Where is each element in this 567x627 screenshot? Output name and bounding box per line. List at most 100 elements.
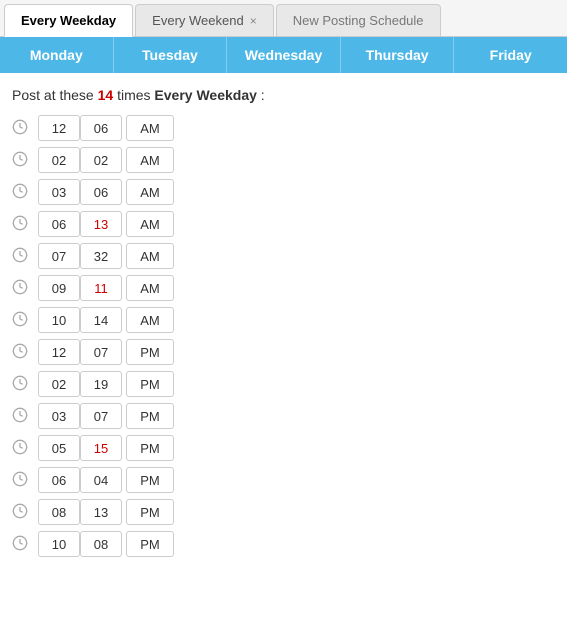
tab-every-weekend[interactable]: Every Weekend × bbox=[135, 4, 274, 36]
time-rows-container: 0102030405060708091011120001020304050607… bbox=[12, 115, 555, 557]
clock-icon bbox=[12, 535, 30, 553]
ampm-select[interactable]: AMPM bbox=[126, 531, 174, 557]
time-row: 0102030405060708091011120001020304050607… bbox=[12, 179, 555, 205]
time-inputs: 0102030405060708091011120001020304050607… bbox=[38, 403, 174, 429]
clock-icon bbox=[12, 279, 30, 297]
clock-icon bbox=[12, 471, 30, 489]
time-row: 0102030405060708091011120001020304050607… bbox=[12, 371, 555, 397]
time-inputs: 0102030405060708091011120001020304050607… bbox=[38, 147, 174, 173]
tab-every-weekend-close[interactable]: × bbox=[250, 14, 257, 28]
time-inputs: 0102030405060708091011120001020304050607… bbox=[38, 211, 174, 237]
hour-select[interactable]: 010203040506070809101112 bbox=[38, 307, 80, 333]
minute-select[interactable]: 0001020304050607080910111213141516171819… bbox=[80, 211, 122, 237]
minute-select[interactable]: 0001020304050607080910111213141516171819… bbox=[80, 339, 122, 365]
clock-icon bbox=[12, 343, 30, 361]
time-inputs: 0102030405060708091011120001020304050607… bbox=[38, 243, 174, 269]
tab-every-weekend-label: Every Weekend bbox=[152, 13, 244, 28]
time-inputs: 0102030405060708091011120001020304050607… bbox=[38, 371, 174, 397]
tab-new-posting[interactable]: New Posting Schedule bbox=[276, 4, 441, 36]
ampm-select[interactable]: AMPM bbox=[126, 211, 174, 237]
ampm-select[interactable]: AMPM bbox=[126, 275, 174, 301]
ampm-select[interactable]: AMPM bbox=[126, 307, 174, 333]
hour-select[interactable]: 010203040506070809101112 bbox=[38, 179, 80, 205]
time-row: 0102030405060708091011120001020304050607… bbox=[12, 339, 555, 365]
hour-select[interactable]: 010203040506070809101112 bbox=[38, 115, 80, 141]
minute-select[interactable]: 0001020304050607080910111213141516171819… bbox=[80, 115, 122, 141]
clock-icon bbox=[12, 439, 30, 457]
day-friday[interactable]: Friday bbox=[454, 37, 567, 73]
time-row: 0102030405060708091011120001020304050607… bbox=[12, 435, 555, 461]
ampm-select[interactable]: AMPM bbox=[126, 371, 174, 397]
minute-select[interactable]: 0001020304050607080910111213141516171819… bbox=[80, 147, 122, 173]
minute-select[interactable]: 0001020304050607080910111213141516171819… bbox=[80, 243, 122, 269]
time-row: 0102030405060708091011120001020304050607… bbox=[12, 403, 555, 429]
minute-select[interactable]: 0001020304050607080910111213141516171819… bbox=[80, 435, 122, 461]
day-tuesday[interactable]: Tuesday bbox=[114, 37, 228, 73]
minute-select[interactable]: 0001020304050607080910111213141516171819… bbox=[80, 307, 122, 333]
hour-select[interactable]: 010203040506070809101112 bbox=[38, 147, 80, 173]
time-inputs: 0102030405060708091011120001020304050607… bbox=[38, 531, 174, 557]
ampm-select[interactable]: AMPM bbox=[126, 499, 174, 525]
ampm-select[interactable]: AMPM bbox=[126, 115, 174, 141]
minute-select[interactable]: 0001020304050607080910111213141516171819… bbox=[80, 371, 122, 397]
ampm-select[interactable]: AMPM bbox=[126, 403, 174, 429]
time-inputs: 0102030405060708091011120001020304050607… bbox=[38, 467, 174, 493]
day-wednesday[interactable]: Wednesday bbox=[227, 37, 341, 73]
minute-select[interactable]: 0001020304050607080910111213141516171819… bbox=[80, 275, 122, 301]
clock-icon bbox=[12, 311, 30, 329]
minute-select[interactable]: 0001020304050607080910111213141516171819… bbox=[80, 467, 122, 493]
post-label: Post at these 14 times Every Weekday : bbox=[12, 87, 555, 103]
time-row: 0102030405060708091011120001020304050607… bbox=[12, 531, 555, 557]
time-row: 0102030405060708091011120001020304050607… bbox=[12, 147, 555, 173]
minute-select[interactable]: 0001020304050607080910111213141516171819… bbox=[80, 499, 122, 525]
clock-icon bbox=[12, 375, 30, 393]
minute-select[interactable]: 0001020304050607080910111213141516171819… bbox=[80, 531, 122, 557]
post-count: 14 bbox=[98, 87, 114, 103]
tab-every-weekday[interactable]: Every Weekday bbox=[4, 4, 133, 37]
post-label-prefix: Post at these bbox=[12, 87, 98, 103]
time-row: 0102030405060708091011120001020304050607… bbox=[12, 243, 555, 269]
tab-bar: Every Weekday Every Weekend × New Postin… bbox=[0, 0, 567, 37]
post-schedule: Every Weekday bbox=[154, 87, 256, 103]
hour-select[interactable]: 010203040506070809101112 bbox=[38, 467, 80, 493]
time-row: 0102030405060708091011120001020304050607… bbox=[12, 115, 555, 141]
hour-select[interactable]: 010203040506070809101112 bbox=[38, 435, 80, 461]
time-inputs: 0102030405060708091011120001020304050607… bbox=[38, 499, 174, 525]
ampm-select[interactable]: AMPM bbox=[126, 339, 174, 365]
time-row: 0102030405060708091011120001020304050607… bbox=[12, 211, 555, 237]
hour-select[interactable]: 010203040506070809101112 bbox=[38, 211, 80, 237]
ampm-select[interactable]: AMPM bbox=[126, 147, 174, 173]
clock-icon bbox=[12, 247, 30, 265]
time-inputs: 0102030405060708091011120001020304050607… bbox=[38, 275, 174, 301]
clock-icon bbox=[12, 119, 30, 137]
minute-select[interactable]: 0001020304050607080910111213141516171819… bbox=[80, 403, 122, 429]
clock-icon bbox=[12, 151, 30, 169]
hour-select[interactable]: 010203040506070809101112 bbox=[38, 403, 80, 429]
ampm-select[interactable]: AMPM bbox=[126, 435, 174, 461]
day-thursday[interactable]: Thursday bbox=[341, 37, 455, 73]
time-row: 0102030405060708091011120001020304050607… bbox=[12, 499, 555, 525]
time-inputs: 0102030405060708091011120001020304050607… bbox=[38, 115, 174, 141]
ampm-select[interactable]: AMPM bbox=[126, 467, 174, 493]
post-label-middle: times bbox=[113, 87, 154, 103]
ampm-select[interactable]: AMPM bbox=[126, 179, 174, 205]
hour-select[interactable]: 010203040506070809101112 bbox=[38, 339, 80, 365]
time-inputs: 0102030405060708091011120001020304050607… bbox=[38, 307, 174, 333]
clock-icon bbox=[12, 407, 30, 425]
hour-select[interactable]: 010203040506070809101112 bbox=[38, 371, 80, 397]
clock-icon bbox=[12, 503, 30, 521]
content-area: Post at these 14 times Every Weekday : 0… bbox=[0, 73, 567, 573]
time-inputs: 0102030405060708091011120001020304050607… bbox=[38, 339, 174, 365]
time-row: 0102030405060708091011120001020304050607… bbox=[12, 275, 555, 301]
minute-select[interactable]: 0001020304050607080910111213141516171819… bbox=[80, 179, 122, 205]
hour-select[interactable]: 010203040506070809101112 bbox=[38, 531, 80, 557]
day-header: Monday Tuesday Wednesday Thursday Friday bbox=[0, 37, 567, 73]
hour-select[interactable]: 010203040506070809101112 bbox=[38, 499, 80, 525]
hour-select[interactable]: 010203040506070809101112 bbox=[38, 243, 80, 269]
clock-icon bbox=[12, 183, 30, 201]
ampm-select[interactable]: AMPM bbox=[126, 243, 174, 269]
day-monday[interactable]: Monday bbox=[0, 37, 114, 73]
tab-every-weekday-label: Every Weekday bbox=[21, 13, 116, 28]
hour-select[interactable]: 010203040506070809101112 bbox=[38, 275, 80, 301]
time-inputs: 0102030405060708091011120001020304050607… bbox=[38, 179, 174, 205]
